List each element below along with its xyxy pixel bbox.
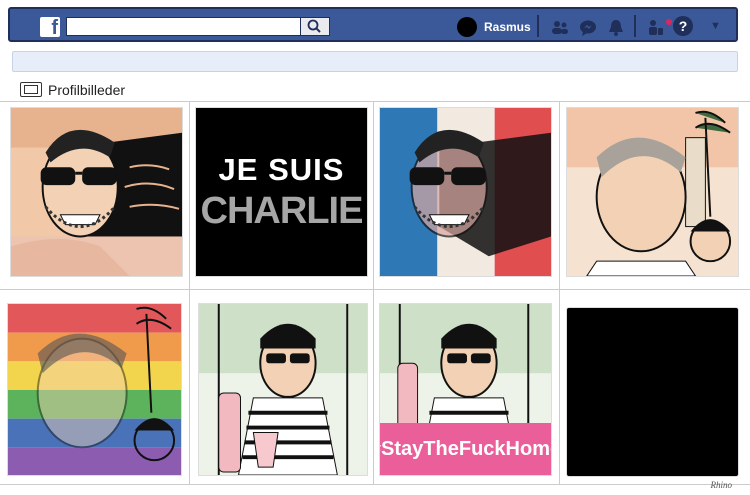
top-navigation-bar: f Rasmus ? ▼ [8,7,738,42]
group-icon[interactable] [646,17,666,37]
friends-icon[interactable] [550,17,570,37]
bell-icon[interactable] [606,17,626,37]
profile-photo-rainbow-flag[interactable] [7,303,182,476]
je-suis-charlie-image[interactable]: JE SUIS CHARLIE [195,107,368,277]
profile-photo[interactable] [10,107,183,277]
divider [634,15,636,37]
charlie-line1: JE SUIS [218,151,345,187]
grid-divider [0,101,750,102]
grid-divider [189,101,190,485]
profile-photo-french-flag[interactable] [379,107,552,277]
section-title[interactable]: Profilbilleder [48,82,125,98]
charlie-line2: CHARLIE [200,189,364,232]
profile-photo-hashtag[interactable]: #StayTheFuckHome [379,303,552,476]
grid-divider [0,484,750,485]
profile-photo[interactable] [198,303,368,476]
grid-divider [0,289,750,290]
messenger-icon[interactable] [578,17,598,37]
blank-profile-photo[interactable] [566,307,739,477]
grid-divider [373,101,374,485]
notification-dot [666,19,672,25]
profile-photo[interactable] [566,107,739,277]
facebook-logo[interactable]: f [40,17,60,39]
help-icon[interactable]: ? [673,16,693,36]
search-icon [307,19,321,33]
user-name-link[interactable]: Rasmus [484,20,531,34]
chevron-down-icon[interactable]: ▼ [710,20,721,32]
search-input[interactable] [66,17,330,36]
photo-album-icon [20,82,42,97]
grid-divider [559,101,560,485]
artist-signature: Rhino [710,480,733,490]
search-button[interactable] [300,17,330,36]
sub-navigation-bar [12,51,738,72]
divider [537,15,539,37]
hashtag-caption: #StayTheFuckHome [380,423,551,475]
avatar[interactable] [457,17,477,37]
